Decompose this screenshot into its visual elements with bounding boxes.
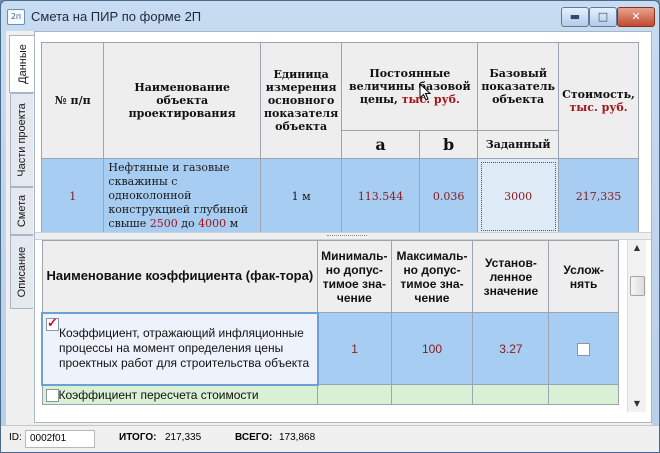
tab-estimate[interactable]: Смета [10,187,33,235]
depth-to: 4000 [198,217,227,230]
tab-estimate-label: Смета [16,194,28,228]
coef-name-cell[interactable]: Коэффициент, отражающий инфляционные про… [41,311,319,386]
coef-name-header: Наименование коэффициента (фак-тора) [41,240,319,313]
main-window: 2п Смета на ПИР по форме 2П ▬ □ ✕ Данные… [0,0,660,453]
scroll-down-icon[interactable]: ▼ [628,396,646,412]
depth-unit: м [229,217,239,230]
coef-row[interactable]: Коэффициент пересчета стоимости [41,384,619,405]
row-a-cell[interactable]: 113.544 [341,158,420,234]
col-const-header: Постоянные величины базовой цены, тыс. р… [341,42,479,131]
row-given-cell[interactable]: 3000 [477,158,559,234]
tab-data-label: Данные [16,44,29,84]
coef-max-cell[interactable]: 100 [390,312,474,385]
coef-min-cell[interactable] [317,384,392,405]
tab-data[interactable]: Данные [9,35,35,93]
row-b-cell[interactable]: 0.036 [418,158,479,234]
total-label: ИТОГО: [119,432,157,443]
col-given-header: Заданный [477,130,559,159]
object-row[interactable]: 1 Нефтяные и газовые скважины с одноколо… [40,158,639,234]
client-area: Данные Части проекта Смета Описание № п/… [6,31,652,447]
col-base-header: Базовый показатель объекта [477,42,559,131]
title-bar: 2п Смета на ПИР по форме 2П ▬ □ ✕ [1,1,659,31]
row-num-cell[interactable]: 1 [40,158,105,234]
splitter-grip[interactable] [327,235,367,238]
all-value: 173,868 [279,432,316,443]
coef-min-header: Минималь-но допус-тимое зна-чение [317,240,392,313]
scroll-up-icon[interactable]: ▲ [628,240,646,256]
maximize-button[interactable]: □ [589,7,617,27]
maximize-icon: □ [597,10,609,23]
coef-min-cell[interactable]: 1 [317,312,392,385]
window-title: Смета на ПИР по форме 2П [31,9,202,24]
cost-header-unit: тыс. руб. [569,100,628,114]
col-unit-header: Единица измерения основного показателя о… [259,42,343,159]
mouse-cursor-icon [419,83,431,101]
minimize-button[interactable]: ▬ [561,7,589,27]
id-value: 0002f01 [25,430,95,448]
coef-scrollbar[interactable]: ▲ ▼ [627,240,646,412]
minimize-icon: ▬ [569,10,581,23]
row-name-cell[interactable]: Нефтяные и газовые скважины с одноколонн… [103,158,261,234]
coef-value-cell[interactable]: 3.27 [472,312,550,385]
col-num-header: № п/п [40,42,105,159]
col-name-header: Наименование объекта проектирования [103,42,261,159]
row-cost-cell[interactable]: 217,335 [558,158,639,234]
data-panel: № п/п Наименование объекта проектировани… [34,31,652,423]
app-icon: 2п [7,9,25,25]
coef-name-cell[interactable]: Коэффициент пересчета стоимости [41,384,319,405]
tab-project-parts[interactable]: Части проекта [10,93,33,187]
id-label: ID: [9,432,22,443]
col-a-header: a [341,130,420,159]
depth-to-word: до [181,217,195,230]
total-value: 217,335 [165,432,202,443]
row-unit-cell[interactable]: 1 м [259,158,343,234]
object-table: № п/п Наименование объекта проектировани… [40,42,639,234]
coef-value-cell[interactable] [472,384,550,405]
coef-max-cell[interactable] [390,384,474,405]
scroll-thumb[interactable] [630,276,645,296]
cost-header-text: Стоимость, [562,87,635,101]
coef-enable-checkbox[interactable] [46,315,59,331]
tab-project-parts-label: Части проекта [16,103,28,177]
tab-description[interactable]: Описание [10,235,33,309]
coef-max-header: Максималь-но допус-тимое зна-чение [390,240,474,313]
close-button[interactable]: ✕ [617,7,655,27]
close-icon: ✕ [631,10,641,23]
vertical-tabs: Данные Части проекта Смета Описание [6,31,35,421]
coef-row[interactable]: Коэффициент, отражающий инфляционные про… [41,311,619,386]
coef-name-text: Коэффициент, отражающий инфляционные про… [59,326,310,370]
depth-from: 2500 [149,217,178,230]
coefficient-table: Наименование коэффициента (фак-тора) Мин… [41,240,619,405]
complicate-checkbox[interactable] [577,342,591,356]
all-label: ВСЕГО: [235,432,273,443]
coef-compl-header: Услож-нять [548,240,619,313]
col-cost-header: Стоимость, тыс. руб. [558,42,639,159]
coef-enable-checkbox[interactable] [45,388,59,402]
status-bar: ID: 0002f01 ИТОГО: 217,335 ВСЕГО: 173,86… [1,425,659,452]
object-name-text: Нефтяные и газовые скважины с одноколонн… [108,161,249,230]
tab-description-label: Описание [16,246,28,298]
coef-complicate-cell[interactable] [548,312,619,385]
coef-name-text: Коэффициент пересчета стоимости [58,387,259,402]
coef-set-header: Установ-ленное значение [472,240,550,313]
panel-splitter[interactable] [35,232,651,240]
col-b-header: b [418,130,479,159]
coef-complicate-cell[interactable] [548,384,619,405]
